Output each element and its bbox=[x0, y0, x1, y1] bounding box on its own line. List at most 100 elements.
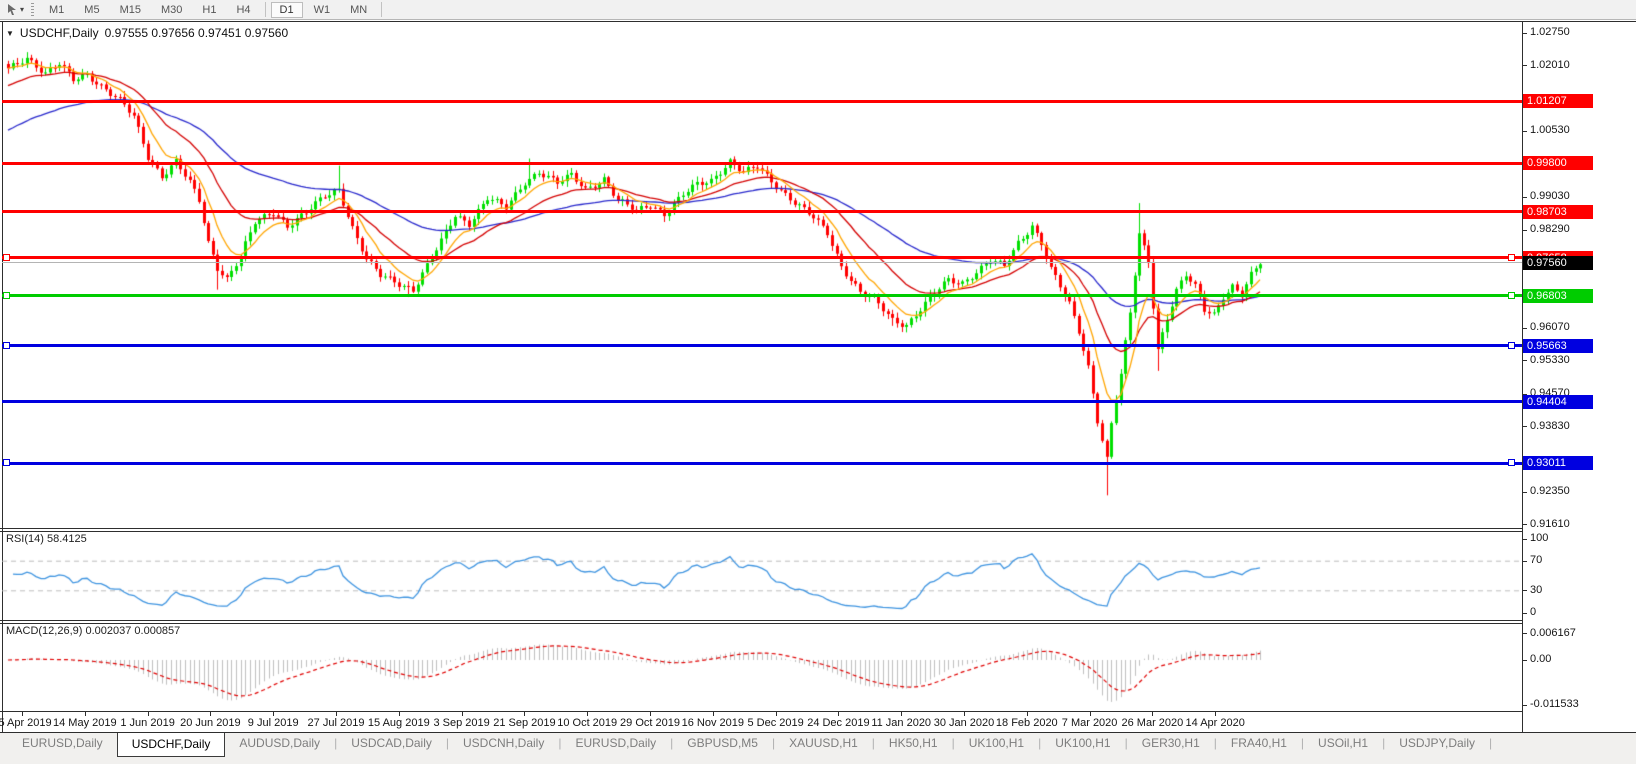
date-axis-tick bbox=[1152, 712, 1154, 716]
chart-tab-uk100-h1[interactable]: UK100,H1 bbox=[955, 733, 1038, 753]
macd-indicator-canvas[interactable] bbox=[2, 624, 1522, 711]
candlestick-chart-canvas[interactable] bbox=[2, 22, 1522, 528]
chart-title: ▼ USDCHF,Daily 0.97555 0.97656 0.97451 0… bbox=[6, 26, 288, 40]
date-axis-label: 18 Feb 2020 bbox=[995, 717, 1058, 729]
cursor-tool-button[interactable]: ▾ bbox=[2, 2, 28, 18]
price-axis-tick-label: 0.94570 bbox=[1530, 387, 1570, 400]
timeframe-button-d1[interactable]: D1 bbox=[270, 1, 303, 18]
toolbar-separator bbox=[381, 2, 383, 17]
date-axis-tick bbox=[336, 712, 337, 716]
toolbar-separator bbox=[264, 2, 266, 17]
rsi-indicator-canvas[interactable] bbox=[2, 532, 1522, 620]
timeframe-button-m15[interactable]: M15 bbox=[111, 2, 150, 18]
date-axis-tick bbox=[650, 712, 651, 716]
timeframe-button-mn[interactable]: MN bbox=[341, 2, 376, 18]
chart-tab-fra40-h1[interactable]: FRA40,H1 bbox=[1217, 733, 1301, 753]
date-axis-tick bbox=[1215, 712, 1217, 716]
date-axis-label: 27 Jul 2019 bbox=[307, 717, 365, 729]
chart-tab-uk100-h1[interactable]: UK100,H1 bbox=[1041, 733, 1124, 753]
rsi-axis-tick-label: 100 bbox=[1530, 532, 1549, 544]
timeframe-button-h4[interactable]: H4 bbox=[227, 2, 259, 18]
date-axis-label: 1 Jun 2019 bbox=[120, 717, 175, 729]
level-price-label: 0.94404 bbox=[1523, 394, 1593, 409]
level-price-label: 0.96803 bbox=[1523, 288, 1593, 303]
date-axis-label: 15 Aug 2019 bbox=[367, 717, 430, 729]
price-axis-tick-label: 0.91610 bbox=[1530, 517, 1570, 530]
chart-tab-xauusd-h1[interactable]: XAUUSD,H1 bbox=[775, 733, 872, 753]
pane-separator[interactable] bbox=[0, 528, 1523, 529]
price-axis-tick-label: 1.00530 bbox=[1530, 124, 1570, 137]
level-price-label: 1.01207 bbox=[1523, 94, 1593, 109]
chart-tab-gbpusd-m5[interactable]: GBPUSD,M5 bbox=[673, 733, 772, 753]
timeframe-button-h1[interactable]: H1 bbox=[193, 2, 225, 18]
chart-tab-usdcnh-daily[interactable]: USDCNH,Daily bbox=[449, 733, 558, 753]
price-axis-tick-label: 0.98290 bbox=[1530, 223, 1570, 236]
price-axis-tick-label: 1.02010 bbox=[1530, 58, 1570, 71]
macd-pane-label: MACD(12,26,9) 0.002037 0.000857 bbox=[6, 625, 181, 637]
date-axis-tick bbox=[838, 712, 840, 716]
chart-tab-audusd-daily[interactable]: AUDUSD,Daily bbox=[225, 733, 334, 753]
price-axis-tick-label: 0.96070 bbox=[1530, 321, 1570, 334]
toolbar: ▾ M1 M5 M15 M30 H1 H4 D1 W1 MN bbox=[0, 0, 1636, 20]
date-axis-label: 11 Jan 2020 bbox=[871, 717, 932, 729]
chart-tab-eurusd-daily[interactable]: EURUSD,Daily bbox=[8, 733, 117, 753]
level-price-label: 0.95663 bbox=[1523, 338, 1593, 353]
date-axis-label: 25 Apr 2019 bbox=[0, 717, 52, 729]
pane-separator[interactable] bbox=[0, 620, 1523, 621]
date-axis-tick bbox=[1026, 712, 1028, 716]
price-axis-tick-label: 1.02750 bbox=[1530, 26, 1570, 39]
tab-divider: | bbox=[1489, 736, 1493, 750]
symbol-dropdown-icon[interactable]: ▼ bbox=[6, 29, 14, 38]
date-axis-tick bbox=[712, 712, 714, 716]
timeframe-button-m30[interactable]: M30 bbox=[152, 2, 191, 18]
chart-tab-hk50-h1[interactable]: HK50,H1 bbox=[875, 733, 952, 753]
date-axis-label: 7 Mar 2020 bbox=[1061, 717, 1118, 729]
date-axis-tick bbox=[84, 712, 86, 716]
rsi-axis-tick-label: 30 bbox=[1530, 583, 1543, 596]
macd-axis-tick-label: -0.011533 bbox=[1530, 698, 1579, 710]
chart-tab-ger30-h1[interactable]: GER30,H1 bbox=[1128, 733, 1214, 753]
date-axis-tick bbox=[524, 712, 526, 716]
level-price-label: 0.93011 bbox=[1523, 456, 1593, 471]
crosshair-cursor-icon bbox=[7, 4, 16, 15]
terminal-window: ▾ M1 M5 M15 M30 H1 H4 D1 W1 MN ▼ USDCHF,Daily 0.… bbox=[0, 0, 1636, 764]
price-axis-border bbox=[1522, 21, 1523, 732]
chart-bottom-border bbox=[0, 711, 1523, 712]
date-axis-label: 20 Jun 2019 bbox=[180, 717, 241, 729]
chevron-down-icon[interactable]: ▾ bbox=[20, 5, 24, 14]
timeframe-button-m5[interactable]: M5 bbox=[75, 2, 108, 18]
date-axis-label: 3 Sep 2019 bbox=[433, 717, 490, 729]
date-axis-tick bbox=[461, 712, 463, 716]
chart-tab-eurusd-daily[interactable]: EURUSD,Daily bbox=[561, 733, 670, 753]
date-axis-label: 14 Apr 2020 bbox=[1185, 717, 1245, 729]
date-axis-tick bbox=[273, 712, 275, 716]
date-axis-tick bbox=[901, 712, 903, 716]
price-axis-tick-label: 0.92350 bbox=[1530, 485, 1570, 498]
level-price-label: 0.98703 bbox=[1523, 204, 1593, 219]
chart-tab-usoil-h1[interactable]: USOil,H1 bbox=[1304, 733, 1382, 753]
date-axis-label: 14 May 2019 bbox=[52, 717, 117, 729]
date-axis-tick bbox=[210, 712, 212, 716]
timeframe-button-m1[interactable]: M1 bbox=[40, 2, 73, 18]
chart-tab-usdjpy-daily[interactable]: USDJPY,Daily bbox=[1385, 733, 1489, 753]
rsi-axis-tick-label: 70 bbox=[1530, 554, 1543, 567]
chart-tab-usdchf-daily[interactable]: USDCHF,Daily bbox=[116, 733, 226, 757]
date-axis-label: 10 Oct 2019 bbox=[557, 717, 618, 729]
rsi-pane-label: RSI(14) 58.4125 bbox=[6, 533, 87, 545]
timeframe-button-w1[interactable]: W1 bbox=[305, 2, 340, 18]
date-axis-tick bbox=[587, 712, 589, 716]
timeframe-toolbar: M1 M5 M15 M30 H1 H4 D1 W1 MN bbox=[39, 0, 386, 19]
chart-tab-usdcad-daily[interactable]: USDCAD,Daily bbox=[337, 733, 446, 753]
level-price-label: 0.97658 bbox=[1523, 250, 1593, 265]
date-axis-label: 29 Oct 2019 bbox=[620, 717, 680, 729]
date-axis-tick bbox=[398, 712, 400, 716]
price-axis-tick-label: 0.95330 bbox=[1530, 353, 1570, 366]
chart-tab-bar: EURUSD,Daily USDCHF,Daily AUDUSD,Daily | USD… bbox=[0, 733, 1636, 764]
toolbar-grip[interactable] bbox=[30, 2, 35, 17]
date-axis-tick bbox=[22, 712, 23, 716]
date-axis-tick bbox=[147, 712, 149, 716]
date-axis-tick bbox=[1089, 712, 1091, 716]
date-axis-label: 26 Mar 2020 bbox=[1121, 717, 1184, 729]
price-axis-tick-label: 0.93830 bbox=[1530, 419, 1570, 432]
chart-symbol-label: USDCHF,Daily bbox=[19, 26, 99, 40]
